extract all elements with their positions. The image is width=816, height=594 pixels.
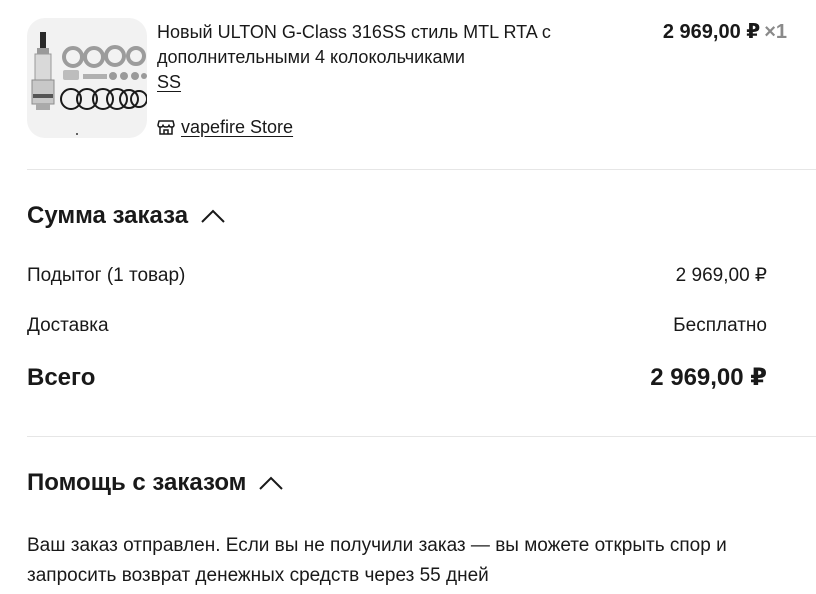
total-label: Всего [27,364,96,391]
total-row: Всего 2 969,00 ₽ [27,363,767,393]
product-price: 2 969,00 ₽ ×1 [663,20,787,44]
order-help-text: Ваш заказ отправлен. Если вы не получили… [27,535,727,586]
order-summary-header[interactable]: Сумма заказа [27,201,226,231]
product-title[interactable]: Новый ULTON G-Class 316SS стиль MTL RTA … [157,20,587,70]
delivery-label: Доставка [27,315,109,336]
order-help-header[interactable]: Помощь с заказом [27,468,284,498]
order-help-title: Помощь с заказом [27,469,247,496]
price-value: 2 969,00 ₽ [662,21,761,43]
order-details-page: Новый ULTON G-Class 316SS стиль MTL RTA … [0,0,816,594]
store-name[interactable]: vapefire Store [181,117,293,138]
rta-kit-image [31,32,147,135]
divider [27,436,816,437]
product-image[interactable] [27,18,147,138]
quantity: ×1 [764,21,787,43]
store-icon [157,118,175,136]
order-summary-title: Сумма заказа [27,202,189,229]
subtotal-value: 2 969,00 ₽ [675,265,767,286]
subtotal-label: Подытог (1 товар) [27,265,186,286]
total-value: 2 969,00 ₽ [650,364,767,391]
delivery-row: Доставка Бесплатно [27,314,767,338]
delivery-value: Бесплатно [673,315,767,336]
store-link[interactable]: vapefire Store [157,115,293,139]
chevron-up-icon[interactable] [200,208,226,224]
divider [27,169,816,170]
product-variant[interactable]: SS [157,70,181,95]
order-item: Новый ULTON G-Class 316SS стиль MTL RTA … [27,18,787,140]
chevron-up-icon[interactable] [258,475,284,491]
subtotal-row: Подытог (1 товар) 2 969,00 ₽ [27,264,767,288]
